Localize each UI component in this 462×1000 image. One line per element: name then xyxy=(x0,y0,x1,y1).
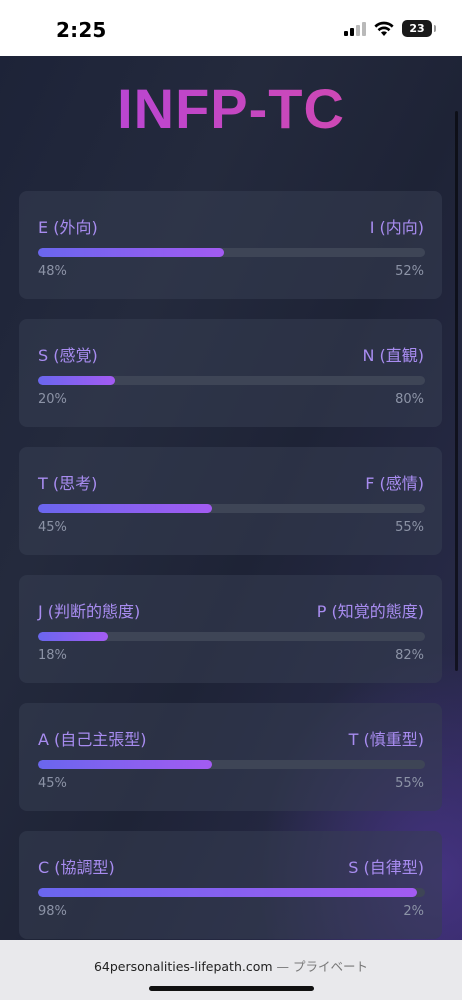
page-content[interactable]: INFP-TC E (外向) I (内向) 48% 52% S (感覚) N (… xyxy=(0,56,462,940)
url-text[interactable]: 64personalities-lifepath.com — プライベート xyxy=(0,956,462,975)
progress-track xyxy=(38,888,425,897)
progress-track xyxy=(38,248,425,257)
right-trait-label: P (知覚的態度) xyxy=(316,602,424,621)
battery-level: 23 xyxy=(409,22,425,35)
left-percent: 45% xyxy=(38,520,67,535)
personality-type-title: INFP-TC xyxy=(0,76,462,141)
progress-fill xyxy=(38,376,116,385)
progress-track xyxy=(38,632,425,641)
left-percent: 20% xyxy=(38,392,67,407)
url-separator: — xyxy=(272,959,293,974)
left-percent: 18% xyxy=(38,648,67,663)
progress-fill xyxy=(38,248,224,257)
progress-fill xyxy=(38,504,213,513)
home-indicator[interactable] xyxy=(149,986,314,991)
dimension-card-at: A (自己主張型) T (慎重型) 45% 55% xyxy=(19,703,442,811)
left-trait-label: C (協調型) xyxy=(38,858,115,877)
progress-fill xyxy=(38,888,418,897)
right-percent: 80% xyxy=(395,392,424,407)
right-trait-label: F (感情) xyxy=(365,474,424,493)
dimension-card-jp: J (判断的態度) P (知覚的態度) 18% 82% xyxy=(19,575,442,683)
left-percent: 45% xyxy=(38,776,67,791)
right-trait-label: S (自律型) xyxy=(348,858,424,877)
wifi-icon xyxy=(374,21,394,36)
right-trait-label: N (直観) xyxy=(362,346,424,365)
signal-icon xyxy=(344,21,366,36)
dimension-card-ei: E (外向) I (内向) 48% 52% xyxy=(19,191,442,299)
status-icons: 23 xyxy=(344,20,436,37)
status-time: 2:25 xyxy=(56,18,107,42)
left-trait-label: J (判断的態度) xyxy=(38,602,141,621)
progress-track xyxy=(38,760,425,769)
dimension-card-sn: S (感覚) N (直観) 20% 80% xyxy=(19,319,442,427)
left-percent: 98% xyxy=(38,904,67,919)
battery-icon: 23 xyxy=(402,20,436,37)
status-bar: 2:25 23 xyxy=(0,0,462,56)
dimension-card-cs: C (協調型) S (自律型) 98% 2% xyxy=(19,831,442,939)
left-trait-label: T (思考) xyxy=(38,474,98,493)
scroll-indicator[interactable] xyxy=(455,111,458,671)
progress-fill xyxy=(38,760,213,769)
left-percent: 48% xyxy=(38,264,67,279)
left-trait-label: E (外向) xyxy=(38,218,98,237)
right-percent: 2% xyxy=(403,904,424,919)
right-trait-label: T (慎重型) xyxy=(348,730,424,749)
right-percent: 55% xyxy=(395,520,424,535)
browser-address-bar[interactable]: 64personalities-lifepath.com — プライベート xyxy=(0,940,462,1000)
private-mode-label: プライベート xyxy=(293,959,369,974)
right-percent: 55% xyxy=(395,776,424,791)
right-trait-label: I (内向) xyxy=(369,218,424,237)
right-percent: 52% xyxy=(395,264,424,279)
progress-fill xyxy=(38,632,108,641)
url-domain: 64personalities-lifepath.com xyxy=(93,959,273,974)
left-trait-label: A (自己主張型) xyxy=(38,730,147,749)
progress-track xyxy=(38,376,425,385)
progress-track xyxy=(38,504,425,513)
right-percent: 82% xyxy=(395,648,424,663)
left-trait-label: S (感覚) xyxy=(38,346,98,365)
dimension-card-tf: T (思考) F (感情) 45% 55% xyxy=(19,447,442,555)
